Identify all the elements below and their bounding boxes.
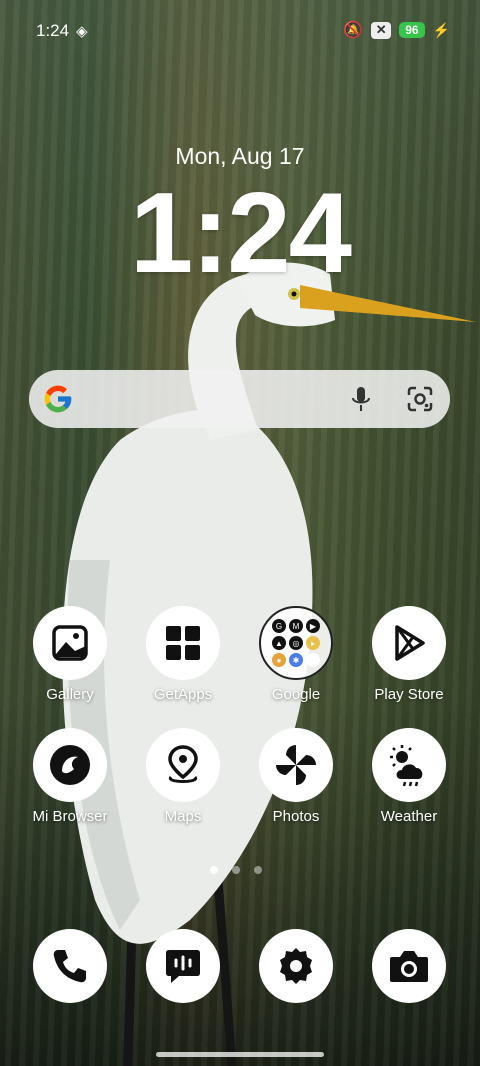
no-sim-icon: ✕ — [371, 21, 392, 39]
dock-phone[interactable] — [15, 929, 125, 1003]
getapps-icon — [146, 606, 220, 680]
dock-settings[interactable] — [241, 929, 351, 1003]
page-dot-active[interactable] — [210, 866, 218, 874]
play-store-icon — [372, 606, 446, 680]
page-indicator[interactable] — [210, 866, 262, 874]
status-bar: 1:24 ◈ 🔕 ✕ 96 ⚡ — [0, 0, 480, 62]
app-label: Maps — [164, 808, 202, 825]
gallery-icon — [33, 606, 107, 680]
app-label: Play Store — [374, 686, 444, 703]
camera-icon — [372, 929, 446, 1003]
app-label: Mi Browser — [32, 808, 108, 825]
photos-icon — [259, 728, 333, 802]
status-icons: 🔕 ✕ 96 ⚡ — [343, 20, 450, 40]
microphone-icon[interactable] — [350, 386, 372, 412]
clock-time[interactable]: 1:24 — [0, 168, 480, 299]
page-dot[interactable] — [232, 866, 240, 874]
google-lens-icon[interactable] — [407, 386, 433, 412]
app-label: Gallery — [46, 686, 94, 703]
mi-browser-icon — [33, 728, 107, 802]
google-g-icon — [44, 385, 72, 413]
settings-icon — [259, 929, 333, 1003]
folder-app-previews: G M ▶ ▲ ◎ ▸ ● ✱ — [272, 619, 320, 667]
app-label: Google — [271, 686, 321, 703]
clock-date[interactable]: Mon, Aug 17 — [0, 143, 480, 170]
messages-icon — [146, 929, 220, 1003]
app-photos[interactable]: Photos — [241, 728, 351, 825]
app-maps[interactable]: Maps — [128, 728, 238, 825]
phone-icon — [33, 929, 107, 1003]
app-google-folder[interactable]: G M ▶ ▲ ◎ ▸ ● ✱ Google — [241, 606, 351, 703]
dock-camera[interactable] — [354, 929, 464, 1003]
app-mi-browser[interactable]: Mi Browser — [15, 728, 125, 825]
app-label: Photos — [272, 808, 320, 825]
battery-level: 96 — [399, 22, 425, 38]
page-dot[interactable] — [254, 866, 262, 874]
app-play-store[interactable]: Play Store — [354, 606, 464, 703]
app-gallery[interactable]: Gallery — [15, 606, 125, 703]
vibrate-off-icon: 🔕 — [343, 22, 364, 39]
weather-icon — [372, 728, 446, 802]
google-search-bar[interactable] — [29, 370, 450, 428]
app-label: GetApps — [153, 686, 213, 703]
dock-messages[interactable] — [128, 929, 238, 1003]
charging-icon: ⚡ — [432, 21, 450, 38]
app-getapps[interactable]: GetApps — [128, 606, 238, 703]
google-folder-icon: G M ▶ ▲ ◎ ▸ ● ✱ — [259, 606, 333, 680]
maps-icon — [146, 728, 220, 802]
home-gesture-bar[interactable] — [156, 1052, 324, 1057]
app-label: Weather — [380, 808, 438, 825]
app-weather[interactable]: Weather — [354, 728, 464, 825]
notification-diamond-icon: ◈ — [76, 23, 88, 40]
status-time: 1:24 — [36, 21, 70, 40]
